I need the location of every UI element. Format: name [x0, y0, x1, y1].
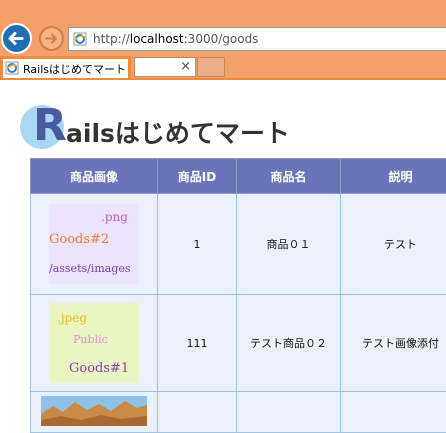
- tab-new-blank[interactable]: ×: [134, 57, 196, 77]
- cell-description: テスト画像添付: [341, 295, 446, 392]
- table-row: .png Goods#2 /assets/images 1 商品０１ テスト: [31, 194, 446, 295]
- image-text: .jpeg: [57, 311, 87, 325]
- cell-description: テスト: [341, 194, 446, 295]
- goods-image: [41, 396, 147, 426]
- goods-image: .png Goods#2 /assets/images: [49, 204, 139, 284]
- cell-image: .jpeg Public Goods#1: [31, 295, 158, 392]
- image-text: /assets/images: [49, 262, 131, 275]
- forward-button[interactable]: [39, 26, 64, 51]
- cell-name: 商品０１: [237, 194, 341, 295]
- goods-table: 商品画像 商品ID 商品名 説明 .png Goods#2 /assets/im…: [30, 158, 446, 433]
- tab-title: Railsはじめてマート: [23, 61, 126, 77]
- cell-id: 111: [158, 295, 237, 392]
- back-arrow-icon: [3, 25, 30, 52]
- image-text: Goods#1: [69, 361, 129, 376]
- forward-arrow-icon: [41, 28, 62, 49]
- cell-name: [237, 392, 341, 433]
- address-bar[interactable]: http://localhost:3000/goods: [68, 27, 446, 51]
- new-tab-button[interactable]: [197, 57, 225, 77]
- header-id: 商品ID: [158, 159, 237, 194]
- table-header-row: 商品画像 商品ID 商品名 説明: [31, 159, 446, 194]
- cell-id: [158, 392, 237, 433]
- landscape-image-icon: [41, 396, 147, 426]
- image-text: Goods#2: [49, 232, 109, 247]
- site-title: ailsはじめてマート: [66, 114, 290, 150]
- table-row: [31, 392, 446, 433]
- cell-image: [31, 392, 158, 433]
- cell-image: .png Goods#2 /assets/images: [31, 194, 158, 295]
- back-button[interactable]: [1, 23, 32, 54]
- cell-name: テスト商品０２: [237, 295, 341, 392]
- header-name: 商品名: [237, 159, 341, 194]
- table-row: .jpeg Public Goods#1 111 テスト商品０２ テスト画像添付: [31, 295, 446, 392]
- header-image: 商品画像: [31, 159, 158, 194]
- url-host: localhost: [130, 32, 184, 46]
- url-prefix: http://: [93, 32, 130, 46]
- cell-description: [341, 392, 446, 433]
- cell-id: 1: [158, 194, 237, 295]
- ie-page-icon: [73, 32, 87, 46]
- image-text: .png: [101, 210, 128, 224]
- chrome-divider: [0, 78, 446, 80]
- header-description: 説明: [341, 159, 446, 194]
- logo-letter: R: [33, 100, 67, 152]
- tab-close-icon[interactable]: ×: [180, 59, 191, 74]
- url-path: :3000/goods: [184, 32, 259, 46]
- tab-active[interactable]: Railsはじめてマート: [0, 56, 131, 78]
- address-url: http://localhost:3000/goods: [93, 32, 258, 46]
- image-text: Public: [73, 333, 108, 346]
- ie-page-icon: [5, 61, 19, 75]
- goods-image: .jpeg Public Goods#1: [49, 303, 139, 383]
